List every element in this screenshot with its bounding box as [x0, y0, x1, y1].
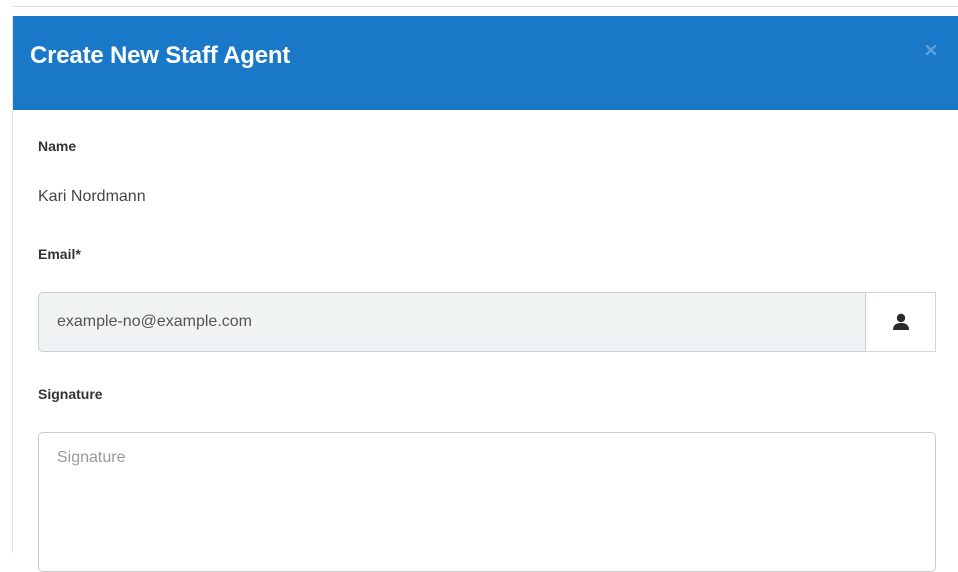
create-staff-agent-modal: Create New Staff Agent Name Kari Nordman… [12, 16, 958, 572]
modal-header: Create New Staff Agent [13, 16, 958, 110]
name-value: Kari Nordmann [38, 188, 146, 205]
name-label: Name [38, 138, 77, 154]
email-label: Email* [38, 246, 81, 262]
signature-label: Signature [38, 386, 103, 402]
user-icon [892, 313, 909, 330]
email-input-group [38, 292, 936, 354]
page-top-border [12, 6, 958, 7]
close-icon [925, 44, 937, 56]
email-field[interactable] [38, 292, 866, 352]
modal-title: Create New Staff Agent [30, 42, 291, 69]
close-button[interactable] [921, 40, 941, 60]
signature-textarea[interactable] [38, 432, 936, 572]
select-user-button[interactable] [866, 292, 936, 352]
